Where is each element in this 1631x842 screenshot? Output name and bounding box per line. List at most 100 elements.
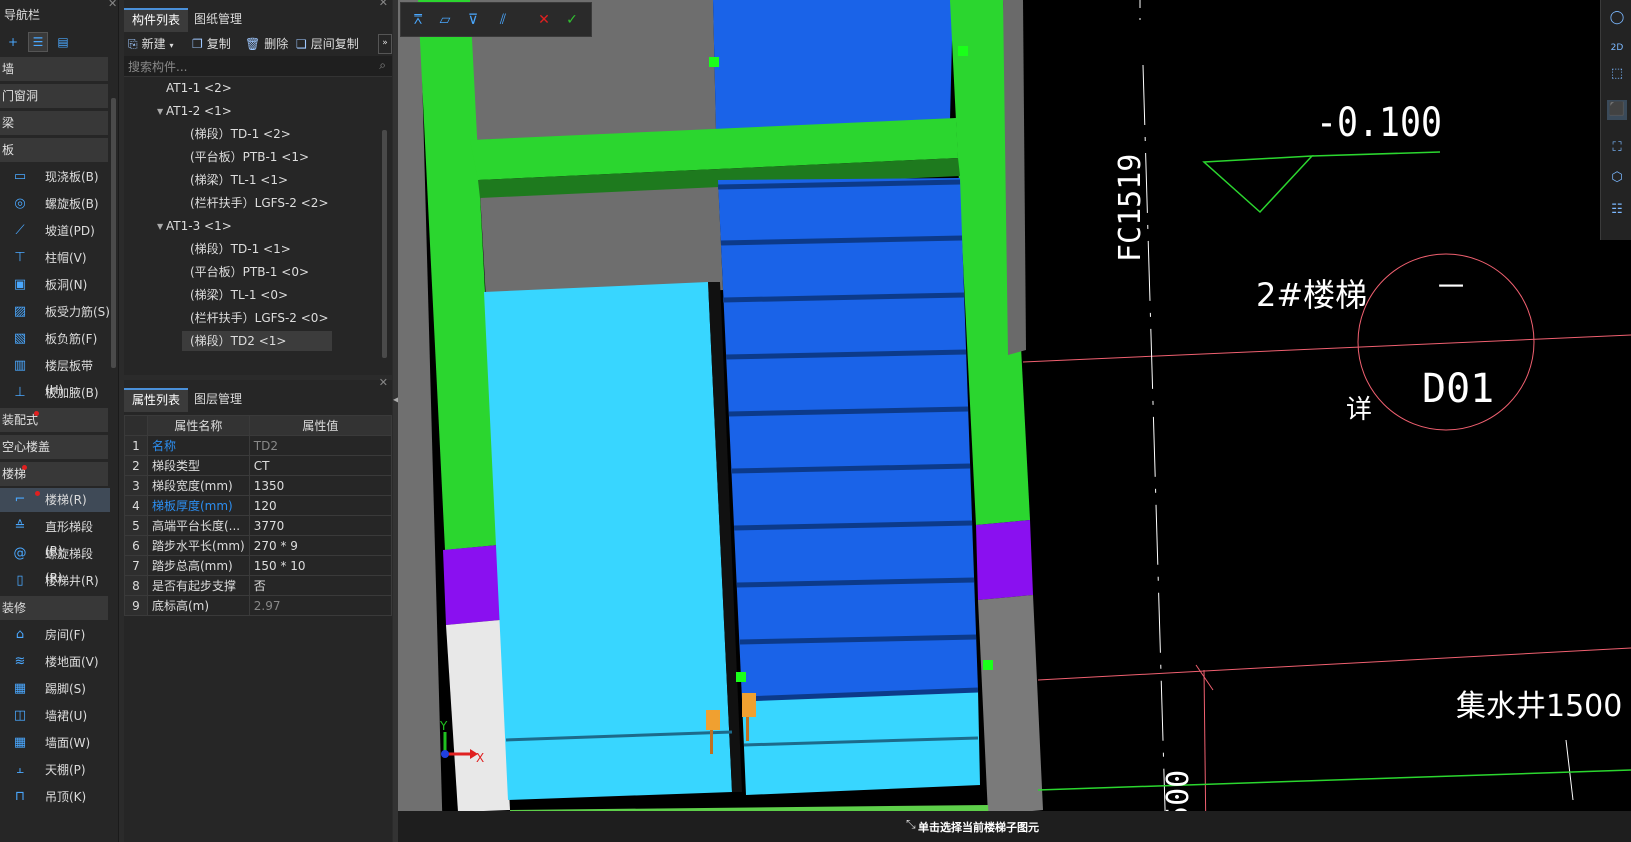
landing-icon[interactable]: ▱ [435,10,455,30]
grip-handle[interactable] [736,672,746,682]
table-row[interactable]: 5 高端平台长度(... 3770 [124,515,393,536]
tree-scrollbar[interactable] [382,130,387,358]
grip-handle[interactable] [958,46,968,56]
category-door-window[interactable]: 门窗洞 [0,84,108,108]
nav-item-stairwell[interactable]: ▯ 楼梯井(R) [0,569,110,593]
table-row[interactable]: 8 是否有起步支撑否 [124,575,393,596]
nav-item-slab-strip[interactable]: ▥ 楼层板带(H) [0,354,110,397]
table-row[interactable]: 3 梯段宽度(mm) 1350 [124,475,393,496]
nav-item-skirting[interactable]: ▦ 踢脚(S) [0,677,110,701]
nav-item-slab-rebar[interactable]: ▨ 板受力筋(S) [0,300,110,324]
nav-item-ramp[interactable]: ⟋ 坡道(PD) [0,219,110,243]
tab-component-list[interactable]: 构件列表 [124,8,189,32]
new-button[interactable]: ⎘ 新建 ▾ [128,34,173,54]
tree-item[interactable]: (梯梁）TL-1 <1> [190,170,288,190]
table-row[interactable]: 1 名称 TD2 [124,435,393,456]
nav-item-spiral-slab[interactable]: ◎ 螺旋板(B) [0,192,110,216]
nav-item-room[interactable]: ⌂ 房间(F) [0,623,110,647]
table-row[interactable]: 7 踏步总高(mm) 150 * 10 [124,555,393,576]
fit-view-icon[interactable]: ⛶ [1607,138,1627,158]
tree-item[interactable]: (栏杆扶手）LGFS-2 <0> [190,308,329,328]
tree-item[interactable]: (梯梁）TL-1 <0> [190,285,288,305]
cube-view-icon[interactable]: ⬛ [1607,100,1627,120]
model-canvas[interactable]: -0.100 2#楼梯 D01 详 一 FC1519 集水井1500 1500 … [398,0,1631,842]
nav-item-column-cap[interactable]: ⊤ 柱帽(V) [0,246,110,270]
stair-slab-td2[interactable] [484,282,732,800]
stair-flight-td1[interactable] [718,178,978,700]
list-view-icon[interactable]: ☰ [28,32,48,52]
category-finish[interactable]: 装修 [0,596,108,620]
tree-item[interactable]: (梯段）TD-1 <1> [190,239,291,259]
tree-item[interactable]: AT1-1 <2> [166,78,232,98]
chevron-down-icon[interactable]: ▼ [157,222,163,231]
nav-item-haunch[interactable]: ⊥ 板加腋(B) [0,381,110,405]
orbit-icon[interactable]: ◯ [1607,8,1627,28]
grip-handle[interactable] [709,57,719,67]
confirm-icon[interactable]: ✓ [562,10,582,30]
grip-handle[interactable] [983,660,993,670]
3d-view-icon[interactable]: ⬚ [1607,64,1627,84]
property-panel: 属性列表 图层管理 ✕ 属性名称 属性值 1 名称 TD2 2 梯段类型 CT 3 梯段宽… [124,376,393,842]
table-row[interactable]: 4 梯板厚度(mm) 120 [124,495,393,516]
gray-wall-lower-right [978,595,1043,815]
more-icon[interactable]: » [378,34,392,54]
copy-button[interactable]: ❐ 复制 [192,34,231,54]
tree-item[interactable]: (栏杆扶手）LGFS-2 <2> [190,193,329,213]
detail-view-icon[interactable]: ▤ [54,33,72,51]
table-row[interactable]: 6 踏步水平长(mm) 270 * 9 [124,535,393,556]
display-mode-icon[interactable]: ⬡ [1607,168,1627,188]
stairwell-icon: ▯ [16,573,24,588]
settings-list-icon[interactable]: ☷ [1607,200,1627,220]
purple-column-right[interactable] [976,520,1033,600]
cancel-icon[interactable]: ✕ [534,10,554,30]
3d-viewport[interactable]: -0.100 2#楼梯 D01 详 一 FC1519 集水井1500 1500 … [398,0,1631,842]
railing-icon[interactable]: ⫽ [493,10,513,30]
tab-property-list[interactable]: 属性列表 [124,388,189,412]
tab-drawing-manager[interactable]: 图纸管理 [186,8,250,30]
stair-flight-icon[interactable]: ⩞ [408,10,428,30]
close-icon[interactable]: ✕ [108,0,117,10]
nav-item-straight-flight[interactable]: ≙ 直形梯段(R) [0,515,110,558]
nav-item-cast-slab[interactable]: ▭ 现浇板(B) [0,165,110,189]
tab-layer-manager[interactable]: 图层管理 [186,388,250,410]
nav-item-wall-face[interactable]: ▦ 墙面(W) [0,731,110,755]
delete-button[interactable]: 🗑 删除 [245,34,288,54]
chevron-down-icon[interactable]: ▼ [157,107,163,116]
close-icon[interactable]: ✕ [379,376,388,389]
category-prefab[interactable]: 装配式 [0,408,108,432]
category-hollow-floor[interactable]: 空心楼盖 [0,435,108,459]
table-row[interactable]: 9 底标高(m) 2.97 [124,595,393,616]
viewport-toolbar: ⩞ ▱ ⊽ ⫽ ✕ ✓ [400,2,592,37]
add-icon[interactable]: + [4,33,22,51]
nav-item-floor[interactable]: ≋ 楼地面(V) [0,650,110,674]
nav-item-spiral-flight[interactable]: @ 螺旋梯段(R) [0,542,110,585]
tree-item[interactable]: (平台板）PTB-1 <0> [190,262,309,282]
cad-red-lines [1022,253,1631,842]
nav-item-stair[interactable]: ⌐ 楼梯(R) [0,488,110,512]
elevation-text: -0.100 [1316,100,1442,146]
table-row[interactable]: 2 梯段类型 CT [124,455,393,476]
nav-item-slab-hole[interactable]: ▣ 板洞(N) [0,273,110,297]
tree-item[interactable]: (梯段）TD-1 <2> [190,124,291,144]
beam-icon[interactable]: ⊽ [463,10,483,30]
nav-item-ceiling[interactable]: ⫠ 天棚(P) [0,758,110,782]
category-wall[interactable]: 墙 [0,57,108,81]
nav-item-dado[interactable]: ◫ 墙裙(U) [0,704,110,728]
tree-item[interactable]: AT1-2 <1> [166,101,232,121]
search-icon[interactable]: ⌕ [379,58,386,73]
category-beam[interactable]: 梁 [0,111,108,135]
tree-item-selected[interactable]: (梯段）TD2 <1> [182,331,332,351]
search-input[interactable] [126,57,370,77]
close-icon[interactable]: ✕ [379,0,388,9]
stair-flight-top[interactable] [713,0,953,130]
purple-column-left[interactable] [443,545,500,625]
floor-copy-button[interactable]: ❏ 层间复制 [296,34,359,54]
nav-item-negative-rebar[interactable]: ▧ 板负筋(F) [0,327,110,351]
category-slab[interactable]: 板 [0,138,108,162]
2d-view-icon[interactable]: 2D [1607,38,1627,58]
nav-scrollbar[interactable] [111,98,116,368]
category-stair[interactable]: 楼梯 [0,462,108,486]
tree-item[interactable]: (平台板）PTB-1 <1> [190,147,309,167]
tree-item[interactable]: AT1-3 <1> [166,216,232,236]
nav-item-suspended-ceiling[interactable]: ⊓ 吊顶(K) [0,785,110,809]
